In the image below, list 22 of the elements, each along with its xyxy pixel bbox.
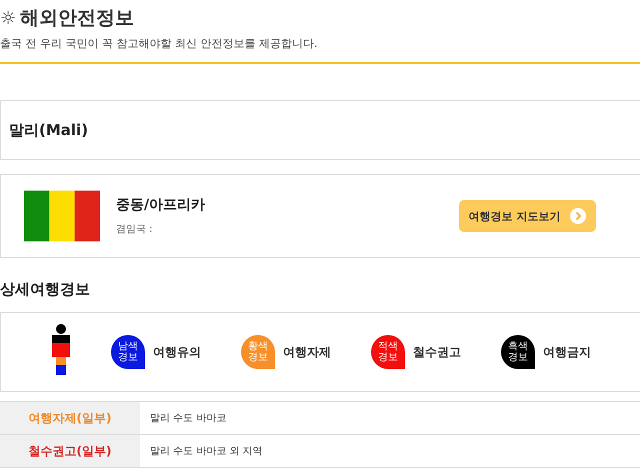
neighbor-label: 겸임국 : [116,223,154,236]
region-label: 중동/아프리카 [116,196,206,214]
area-cell-text: 말리 수도 바마코 [149,412,228,426]
legend-label: 철수권고 [413,344,461,360]
area-cell-text: 말리 수도 바마코 외 지역 [149,445,264,459]
level-cell: 철수권고(일부) [0,435,140,467]
page-title: 해외안전정보 [20,6,134,31]
legend-label: 여행금지 [543,344,591,360]
alert-badge: 적색 경보 [371,335,405,369]
map-button[interactable]: 여행경보 지도보기 [459,200,596,232]
level-cell: 여행자제(일부) [0,402,140,434]
country-name: 말리(Mali) [9,120,88,140]
alert-badge: 황색 경보 [241,335,275,369]
chevron-icon [570,208,586,224]
legend-label: 여행유의 [153,344,201,360]
legend-label: 여행자제 [283,344,331,360]
page-subtitle: 출국 전 우리 국민이 꼭 참고해야할 최신 안전정보를 제공합니다. [0,36,318,51]
flag-icon [24,190,100,242]
sun-icon: ☼ [0,8,16,28]
section-heading: 상세여행경보 [0,280,91,300]
alert-badge: 남색 경보 [111,335,145,369]
alert-badge: 흑색 경보 [501,335,535,369]
